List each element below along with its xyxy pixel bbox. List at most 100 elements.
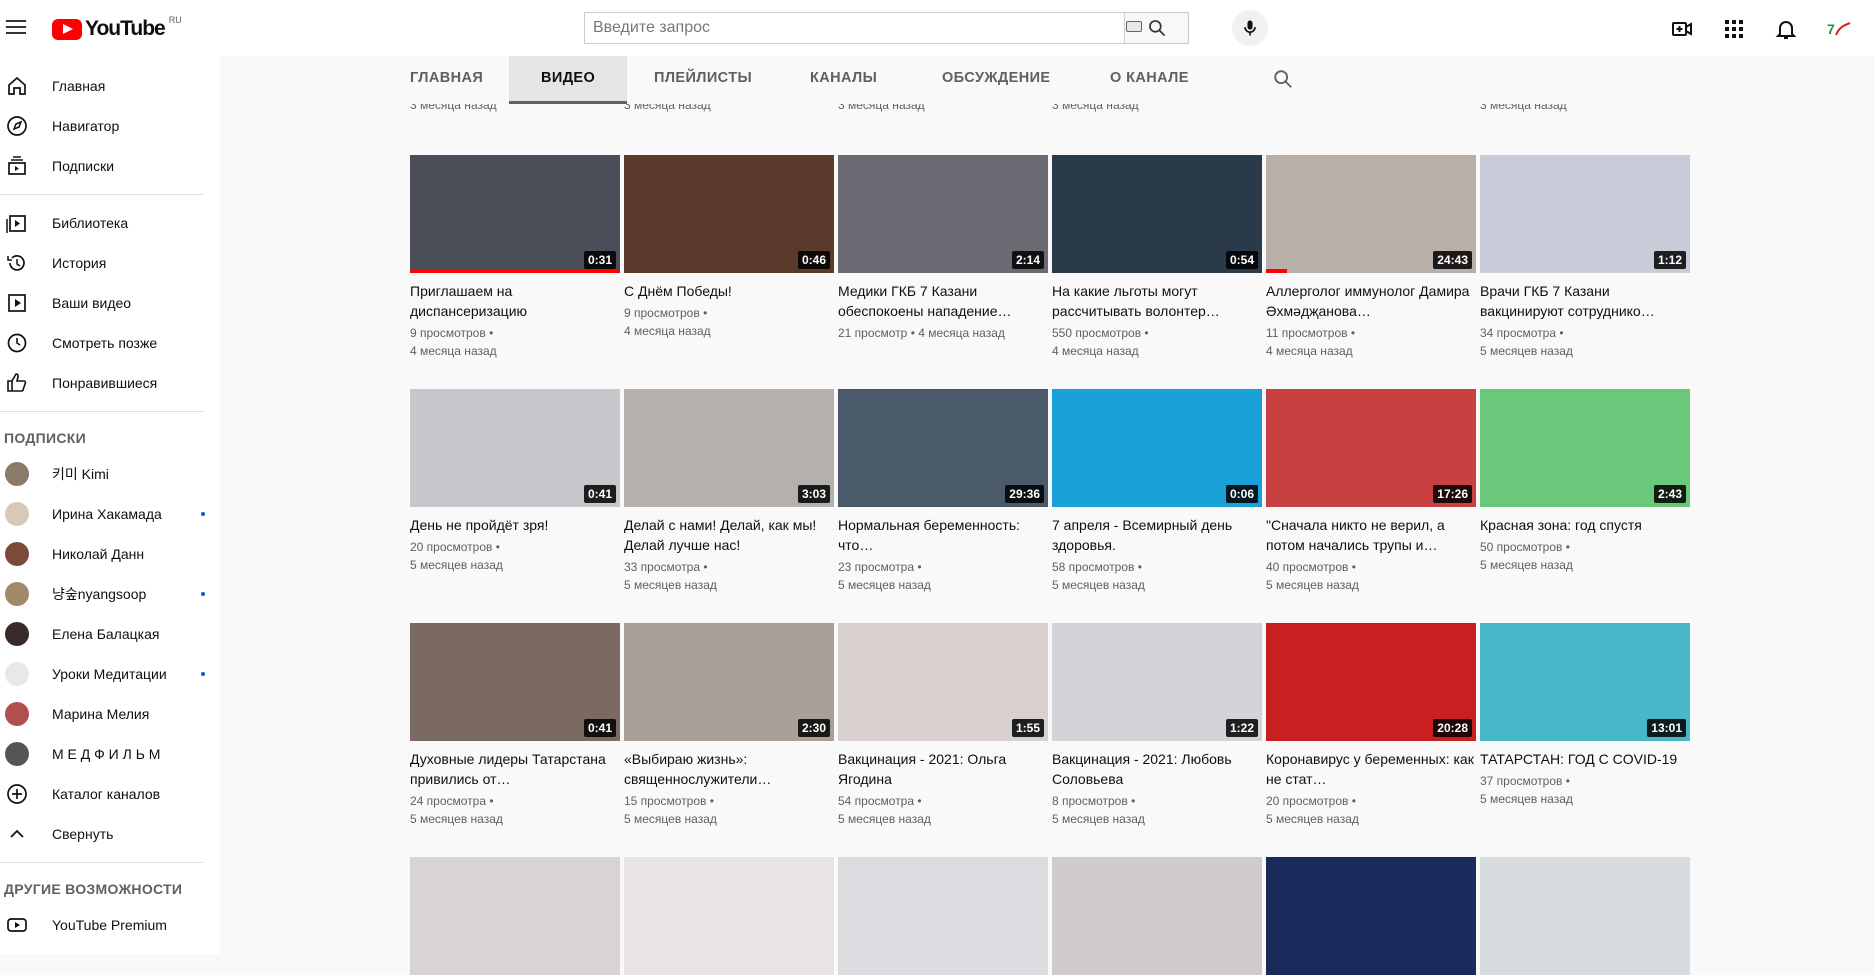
tab-home[interactable]: ГЛАВНАЯ — [378, 56, 515, 104]
tab-channels[interactable]: КАНАЛЫ — [778, 56, 909, 104]
tab-about[interactable]: О КАНАЛЕ — [1078, 56, 1221, 104]
video-title[interactable]: 7 апреля - Всемирный день здоровья. — [1052, 515, 1262, 555]
video-card[interactable]: 20:28 Коронавирус у беременных: как не ст… — [1266, 623, 1476, 828]
subscription-channel[interactable]: Елена Балацкая — [0, 614, 220, 654]
search-input[interactable] — [584, 12, 1124, 44]
video-title[interactable]: Нормальная беременность: что… — [838, 515, 1048, 555]
sidebar-item-youtube-premium[interactable]: YouTube Premium — [0, 905, 220, 945]
account-avatar[interactable]: 7 — [1824, 14, 1854, 44]
video-thumbnail[interactable] — [1480, 857, 1690, 975]
subscription-channel[interactable]: 냥숲nyangsoop — [0, 574, 220, 614]
video-thumbnail[interactable]: 1:55 — [838, 623, 1048, 741]
sidebar-item-catalog[interactable]: Каталог каналов — [0, 774, 220, 814]
video-card[interactable]: 2:14 Медики ГКБ 7 Казани обеспокоены напа… — [838, 155, 1048, 342]
video-title[interactable]: Аллерголог иммунолог Дамира Әхмәдҗанова… — [1266, 281, 1476, 321]
video-title[interactable]: Вакцинация - 2021: Любовь Соловьева — [1052, 749, 1262, 789]
video-card[interactable] — [410, 857, 620, 975]
channel-search-icon[interactable] — [1272, 68, 1294, 95]
video-thumbnail[interactable]: 2:43 — [1480, 389, 1690, 507]
subscription-channel[interactable]: Уроки Медитации — [0, 654, 220, 694]
video-card[interactable]: 3:03 Делай с нами! Делай, как мы! Делай л… — [624, 389, 834, 594]
video-thumbnail[interactable]: 0:31 — [410, 155, 620, 273]
video-card[interactable]: 0:06 7 апреля - Всемирный день здоровья. 5… — [1052, 389, 1262, 594]
video-thumbnail[interactable]: 0:41 — [410, 623, 620, 741]
video-thumbnail[interactable] — [410, 857, 620, 975]
video-card[interactable]: 0:41 День не пройдёт зря! 20 просмотров • 5… — [410, 389, 620, 574]
video-card[interactable]: 24:43 Аллерголог иммунолог Дамира Әхмәдҗа… — [1266, 155, 1476, 360]
notifications-bell-icon[interactable] — [1772, 15, 1800, 43]
video-thumbnail[interactable]: 1:12 — [1480, 155, 1690, 273]
subscription-channel[interactable]: Ирина Хакамада — [0, 494, 220, 534]
subscription-channel[interactable]: Марина Мелия — [0, 694, 220, 734]
create-video-icon[interactable] — [1668, 15, 1696, 43]
video-title[interactable]: Приглашаем на диспансеризацию — [410, 281, 620, 321]
video-card[interactable]: 0:41 Духовные лидеры Татарстана привились… — [410, 623, 620, 828]
sidebar-item-library[interactable]: Библиотека — [0, 203, 220, 243]
video-thumbnail[interactable]: 0:46 — [624, 155, 834, 273]
video-title[interactable]: Вакцинация - 2021: Ольга Ягодина — [838, 749, 1048, 789]
video-thumbnail[interactable] — [1052, 857, 1262, 975]
video-thumbnail[interactable] — [624, 857, 834, 975]
video-title[interactable]: "Сначала никто не верил, а потом началис… — [1266, 515, 1476, 555]
video-thumbnail[interactable]: 1:22 — [1052, 623, 1262, 741]
video-title[interactable]: Красная зона: год спустя — [1480, 515, 1690, 535]
video-card[interactable] — [1052, 857, 1262, 975]
sidebar-item-compass[interactable]: Навигатор — [0, 106, 220, 146]
video-thumbnail[interactable]: 2:30 — [624, 623, 834, 741]
tab-discussion[interactable]: ОБСУЖДЕНИЕ — [910, 56, 1082, 104]
video-card[interactable]: 1:22 Вакцинация - 2021: Любовь Соловьева 8… — [1052, 623, 1262, 828]
video-card[interactable]: 0:54 На какие льготы могут рассчитывать в… — [1052, 155, 1262, 360]
keyboard-icon[interactable] — [1126, 21, 1142, 32]
sidebar-item-chevron-up[interactable]: Свернуть — [0, 814, 220, 854]
sidebar-item-your-videos[interactable]: Ваши видео — [0, 283, 220, 323]
sidebar-item-home[interactable]: Главная — [0, 66, 220, 106]
video-card[interactable] — [838, 857, 1048, 975]
tab-videos[interactable]: ВИДЕО — [509, 56, 628, 104]
video-title[interactable]: День не пройдёт зря! — [410, 515, 620, 535]
video-card[interactable]: 1:55 Вакцинация - 2021: Ольга Ягодина 54 п… — [838, 623, 1048, 828]
youtube-logo[interactable]: YouTube RU — [52, 15, 182, 41]
voice-search-button[interactable] — [1232, 10, 1268, 46]
sidebar-item-clock[interactable]: Смотреть позже — [0, 323, 220, 363]
video-thumbnail[interactable]: 0:54 — [1052, 155, 1262, 273]
sidebar-item-subscriptions[interactable]: Подписки — [0, 146, 220, 186]
video-card[interactable] — [1266, 857, 1476, 975]
video-card[interactable]: 0:31 Приглашаем на диспансеризацию 9 просм… — [410, 155, 620, 360]
video-thumbnail[interactable]: 2:14 — [838, 155, 1048, 273]
video-card[interactable]: 17:26 "Сначала никто не верил, а потом на… — [1266, 389, 1476, 594]
video-card[interactable]: 2:30 «Выбираю жизнь»: священнослужители… 1… — [624, 623, 834, 828]
video-card[interactable]: 1:12 Врачи ГКБ 7 Казани вакцинируют сотру… — [1480, 155, 1690, 360]
video-thumbnail[interactable]: 20:28 — [1266, 623, 1476, 741]
video-title[interactable]: На какие льготы могут рассчитывать волон… — [1052, 281, 1262, 321]
subscription-channel[interactable]: Николай Данн — [0, 534, 220, 574]
video-title[interactable]: Врачи ГКБ 7 Казани вакцинируют сотрудник… — [1480, 281, 1690, 321]
apps-grid-icon[interactable] — [1720, 15, 1748, 43]
video-thumbnail[interactable]: 0:41 — [410, 389, 620, 507]
subscription-channel[interactable]: 키미 Kimi — [0, 454, 220, 494]
video-thumbnail[interactable]: 17:26 — [1266, 389, 1476, 507]
video-title[interactable]: Коронавирус у беременных: как не стат… — [1266, 749, 1476, 789]
video-thumbnail[interactable]: 0:06 — [1052, 389, 1262, 507]
video-card[interactable]: 29:36 Нормальная беременность: что… 23 про… — [838, 389, 1048, 594]
video-card[interactable]: 13:01 ТАТАРСТАН: ГОД С COVID-19 37 просмот… — [1480, 623, 1690, 808]
sidebar-item-thumbs-up[interactable]: Понравившиеся — [0, 363, 220, 403]
video-title[interactable]: Медики ГКБ 7 Казани обеспокоены нападени… — [838, 281, 1048, 321]
video-thumbnail[interactable]: 13:01 — [1480, 623, 1690, 741]
sidebar-item-history[interactable]: История — [0, 243, 220, 283]
subscription-channel[interactable]: М Е Д Ф И Л Ь М — [0, 734, 220, 774]
video-card[interactable]: 2:43 Красная зона: год спустя 50 просмотро… — [1480, 389, 1690, 574]
video-title[interactable]: Делай с нами! Делай, как мы! Делай лучше… — [624, 515, 834, 555]
tab-playlists[interactable]: ПЛЕЙЛИСТЫ — [622, 56, 784, 104]
video-card[interactable] — [624, 857, 834, 975]
video-thumbnail[interactable] — [1266, 857, 1476, 975]
video-card[interactable] — [1480, 857, 1690, 975]
video-thumbnail[interactable]: 24:43 — [1266, 155, 1476, 273]
video-title[interactable]: С Днём Победы! — [624, 281, 834, 301]
video-thumbnail[interactable]: 3:03 — [624, 389, 834, 507]
video-card[interactable]: 0:46 С Днём Победы! 9 просмотров • 4 месяца… — [624, 155, 834, 340]
video-title[interactable]: ТАТАРСТАН: ГОД С COVID-19 — [1480, 749, 1690, 769]
video-title[interactable]: «Выбираю жизнь»: священнослужители… — [624, 749, 834, 789]
video-thumbnail[interactable] — [838, 857, 1048, 975]
menu-icon[interactable] — [6, 16, 26, 40]
video-title[interactable]: Духовные лидеры Татарстана привились от… — [410, 749, 620, 789]
